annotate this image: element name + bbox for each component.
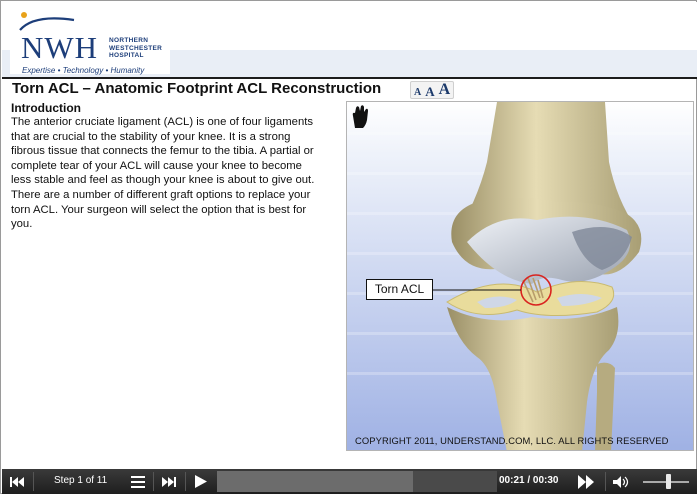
page-title: Torn ACL – Anatomic Footprint ACL Recons… bbox=[12, 80, 382, 97]
skip-back-icon bbox=[10, 476, 24, 487]
hospital-logo: NWH NORTHERN WESTCHESTER HOSPITAL Expert… bbox=[10, 6, 170, 75]
progress-fill bbox=[217, 471, 413, 492]
volume-slider-handle[interactable] bbox=[666, 474, 672, 489]
volume-button[interactable] bbox=[610, 469, 634, 494]
app-frame: NWH NORTHERN WESTCHESTER HOSPITAL Expert… bbox=[0, 0, 697, 494]
player-controls: Step 1 of 11 00:21 / 00:30 bbox=[2, 469, 697, 494]
font-size-small-button[interactable]: A bbox=[414, 88, 421, 98]
control-divider bbox=[153, 472, 154, 491]
section-heading: Introduction bbox=[11, 101, 81, 115]
logo-mark: NWH bbox=[21, 30, 99, 65]
knee-anatomy-image bbox=[347, 102, 693, 450]
knee-illustration: Torn ACL COPYRIGHT 2011, UNDERSTAND.COM,… bbox=[346, 101, 694, 451]
font-size-medium-button[interactable]: A bbox=[425, 85, 434, 98]
step-counter: Step 1 of 11 bbox=[54, 475, 108, 486]
control-divider bbox=[605, 472, 606, 491]
hand-pointer-icon bbox=[352, 105, 368, 128]
next-button[interactable] bbox=[572, 469, 600, 494]
menu-list-icon bbox=[131, 475, 145, 488]
next-icon bbox=[578, 474, 594, 489]
time-readout: 00:21 / 00:30 bbox=[499, 475, 559, 486]
play-button[interactable] bbox=[188, 469, 214, 494]
logo-name: NORTHERN WESTCHESTER HOSPITAL bbox=[109, 37, 163, 59]
play-icon bbox=[195, 475, 207, 488]
chapter-menu-button[interactable] bbox=[126, 469, 150, 494]
control-divider bbox=[33, 472, 34, 491]
skip-back-button[interactable] bbox=[2, 469, 32, 494]
control-divider bbox=[185, 472, 186, 491]
skip-forward-button[interactable] bbox=[156, 469, 182, 494]
font-size-large-button[interactable]: A bbox=[439, 82, 451, 98]
logo-tagline: Expertise • Technology • Humanity bbox=[22, 66, 145, 75]
progress-track[interactable] bbox=[217, 471, 497, 492]
skip-forward-icon bbox=[162, 476, 176, 487]
font-size-controls: A A A bbox=[410, 81, 455, 99]
title-divider bbox=[2, 77, 697, 79]
volume-icon bbox=[613, 475, 629, 488]
copyright-text: COPYRIGHT 2011, UNDERSTAND.COM, LLC. ALL… bbox=[355, 435, 669, 446]
header: NWH NORTHERN WESTCHESTER HOSPITAL Expert… bbox=[2, 2, 697, 77]
section-body: The anterior cruciate ligament (ACL) is … bbox=[11, 116, 315, 231]
torn-acl-callout: Torn ACL bbox=[366, 279, 433, 300]
